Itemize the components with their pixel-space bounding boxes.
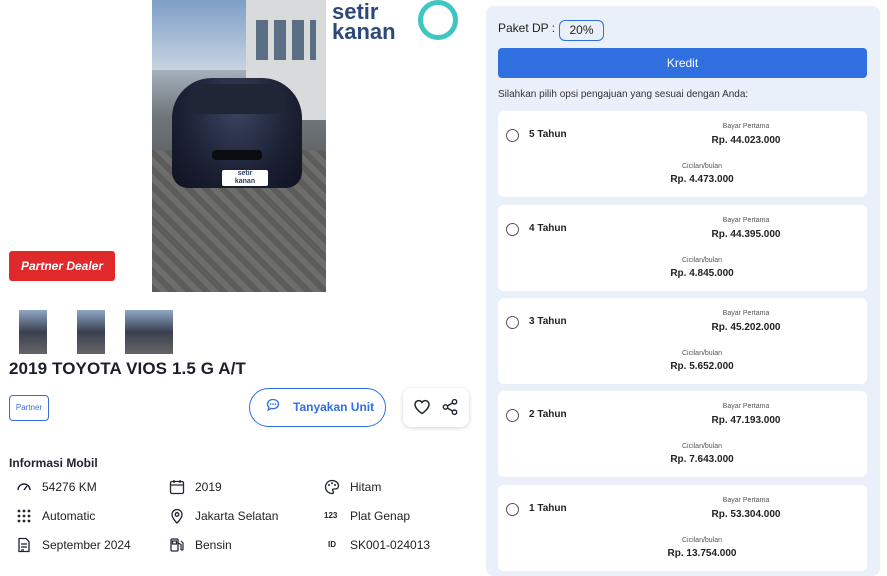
first-payment-label: Bayar Pertama [722, 217, 770, 224]
plate-logo-line2: kanan [234, 178, 256, 185]
ask-unit-button[interactable]: Tanyakan Unit [249, 388, 386, 427]
first-payment-value: Rp. 47.193.000 [711, 415, 781, 426]
dp-select[interactable]: 20% [559, 20, 604, 41]
info-title: Informasi Mobil [9, 456, 98, 470]
first-payment-value: Rp. 44.023.000 [711, 135, 781, 146]
first-payment-value: Rp. 45.202.000 [711, 322, 781, 333]
brand-logo-text: setir kanan [332, 1, 396, 44]
main-car-photo[interactable]: setir kanan [152, 0, 326, 292]
monthly-label: Cicilan/bulan [681, 163, 723, 170]
kredit-button[interactable]: Kredit [498, 48, 867, 78]
listing-title: 2019 TOYOTA VIOS 1.5 G A/T [9, 359, 246, 378]
spec-value: September 2024 [42, 538, 131, 552]
dp-label: Paket DP : [498, 21, 556, 35]
partner-dealer-badge: Partner Dealer [9, 251, 115, 281]
plate-logo: setir kanan [222, 170, 268, 186]
radio-button[interactable] [506, 316, 519, 329]
first-payment-value: Rp. 44.395.000 [711, 229, 781, 240]
option-term: 2 Tahun [529, 409, 567, 420]
logo-line2: kanan [332, 19, 396, 44]
first-payment-label: Bayar Pertama [722, 310, 770, 317]
spec-value: SK001-024013 [350, 538, 431, 552]
credit-option-3[interactable]: 3 Tahun Bayar Pertama Rp. 45.202.000 Cic… [498, 298, 867, 384]
listing-panel: setir kanan setir kanan Partner Dealer 2… [0, 0, 480, 566]
monthly-value: Rp. 13.754.000 [667, 548, 737, 559]
car-grill [212, 150, 262, 160]
partner-badge: Partner [9, 395, 49, 421]
transmission-icon [16, 508, 32, 524]
spec-value: Jakarta Selatan [195, 509, 279, 523]
monthly-value: Rp. 7.643.000 [670, 454, 734, 465]
speedometer-icon [16, 479, 32, 495]
spec-value: Bensin [195, 538, 232, 552]
thumbnail-3[interactable] [125, 310, 173, 354]
share-icon[interactable] [441, 398, 459, 416]
option-term: 1 Tahun [529, 503, 567, 514]
radio-button[interactable] [506, 223, 519, 236]
monthly-label: Cicilan/bulan [681, 537, 723, 544]
heart-icon[interactable] [412, 397, 432, 417]
id-icon: ID [328, 540, 336, 549]
first-payment-value: Rp. 53.304.000 [711, 509, 781, 520]
monthly-label: Cicilan/bulan [681, 443, 723, 450]
radio-button[interactable] [506, 129, 519, 142]
option-term: 4 Tahun [529, 223, 567, 234]
thumbnail-2[interactable] [77, 310, 105, 354]
option-hint: Silahkan pilih opsi pengajuan yang sesua… [498, 89, 749, 100]
monthly-value: Rp. 5.652.000 [670, 361, 734, 372]
credit-panel: Paket DP : 20% Kredit Silahkan pilih ops… [486, 6, 880, 576]
spec-value: Automatic [42, 509, 96, 523]
brand-logo: setir kanan [326, 0, 476, 48]
document-icon [16, 537, 32, 553]
first-payment-label: Bayar Pertama [722, 497, 770, 504]
car-windshield [188, 84, 286, 114]
radio-button[interactable] [506, 503, 519, 516]
steering-wheel-icon [418, 0, 458, 40]
option-term: 3 Tahun [529, 316, 567, 327]
chat-icon [266, 389, 280, 426]
credit-option-1[interactable]: 1 Tahun Bayar Pertama Rp. 53.304.000 Cic… [498, 485, 867, 571]
radio-button[interactable] [506, 409, 519, 422]
monthly-label: Cicilan/bulan [681, 350, 723, 357]
fuel-icon [169, 537, 185, 553]
thumbnail-1[interactable] [19, 310, 47, 354]
option-term: 5 Tahun [529, 129, 567, 140]
spec-value: Hitam [350, 480, 382, 494]
action-icons [403, 388, 469, 427]
spec-value: 54276 KM [42, 480, 97, 494]
monthly-value: Rp. 4.845.000 [670, 268, 734, 279]
number-icon: 123 [324, 511, 338, 520]
first-payment-label: Bayar Pertama [722, 123, 770, 130]
location-icon [169, 508, 185, 524]
plate-logo-line1: setir [237, 170, 253, 177]
credit-option-4[interactable]: 4 Tahun Bayar Pertama Rp. 44.395.000 Cic… [498, 205, 867, 291]
spec-value: Plat Genap [350, 509, 411, 523]
spec-value: 2019 [195, 480, 222, 494]
first-payment-label: Bayar Pertama [722, 403, 770, 410]
credit-option-5[interactable]: 5 Tahun Bayar Pertama Rp. 44.023.000 Cic… [498, 111, 867, 197]
monthly-value: Rp. 4.473.000 [670, 174, 734, 185]
ask-unit-label: Tanyakan Unit [293, 400, 375, 414]
credit-option-2[interactable]: 2 Tahun Bayar Pertama Rp. 47.193.000 Cic… [498, 391, 867, 477]
calendar-icon [169, 479, 185, 495]
monthly-label: Cicilan/bulan [681, 257, 723, 264]
palette-icon [324, 479, 340, 495]
